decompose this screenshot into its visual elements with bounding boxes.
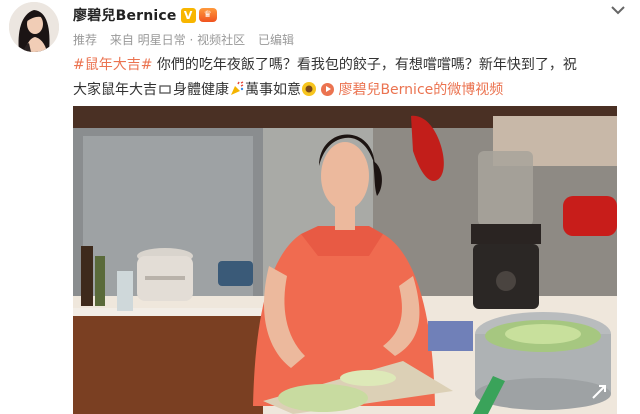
post-text-line-a: 你們的吃年夜飯了嗎？看我包的餃子，有想嚐嚐嗎？新年快到了，祝 [152,57,577,73]
author-row: 廖碧兒Bernice V ♛ [73,5,217,25]
hashtag-link[interactable]: #鼠年大吉# [73,57,152,73]
verified-badge-icon: V [180,7,196,23]
kitchen-video-image [73,106,617,414]
video-link-label: 廖碧兒Bernice的微博视频 [338,82,504,98]
meta-recommend: 推荐 [73,33,98,47]
party-popper-icon [231,81,244,95]
mouth-emoji-icon [159,85,171,94]
chevron-down-icon[interactable] [610,4,626,16]
post-text-health: 身體健康 [173,82,229,98]
author-avatar[interactable] [9,2,59,52]
meta-edited: 已编辑 [257,33,294,47]
video-play-icon [321,83,335,96]
post-meta: 推荐 来自 明星日常 · 视频社区 已编辑 [73,31,303,48]
video-frame[interactable] [73,106,617,414]
sunflower-icon [302,82,316,96]
member-crown-icon: ♛ [198,8,217,22]
video-link[interactable]: 廖碧兒Bernice的微博视频 [321,82,503,98]
post-text-line-b: 大家鼠年大吉 [73,82,157,98]
author-name[interactable]: 廖碧兒Bernice [73,5,177,25]
avatar-photo [9,2,59,52]
meta-source[interactable]: 来自 明星日常 · 视频社区 [110,33,245,47]
post-text-wish: 萬事如意 [245,82,301,98]
post-text: #鼠年大吉# 你們的吃年夜飯了嗎？看我包的餃子，有想嚐嚐嗎？新年快到了，祝 大家… [73,53,623,103]
